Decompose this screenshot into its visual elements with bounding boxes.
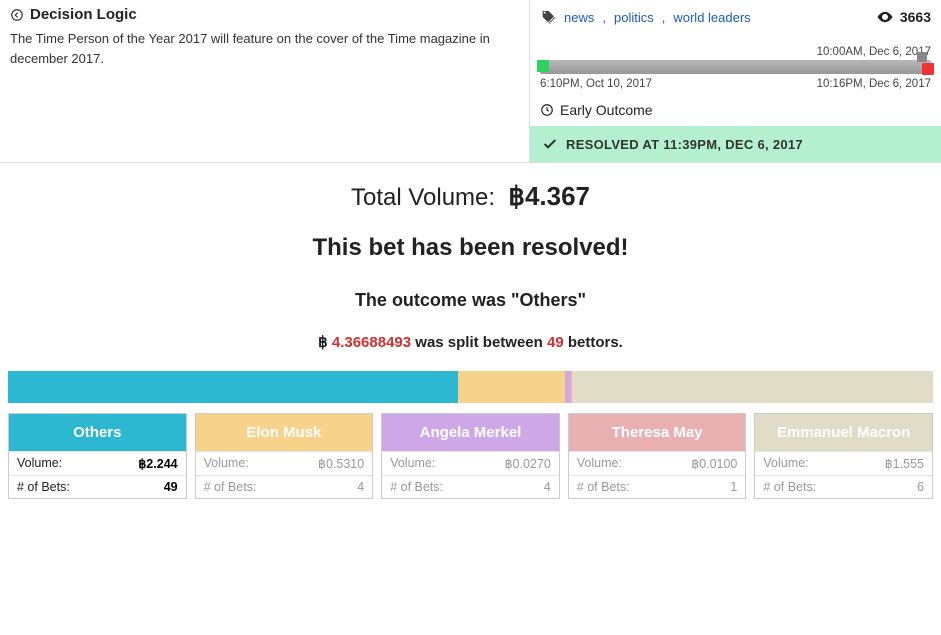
volume-value: ฿0.5310 [318, 456, 364, 471]
volume-value: ฿0.0270 [505, 456, 551, 471]
volume-label: Volume: [577, 456, 622, 471]
eye-icon [876, 8, 894, 26]
bets-label: # of Bets: [577, 480, 630, 494]
volume-label: Volume: [204, 456, 249, 471]
tag-link-world-leaders[interactable]: world leaders [673, 10, 750, 25]
card-title: Elon Musk [196, 414, 373, 451]
split-btc-sym: ฿ [318, 334, 328, 351]
total-volume-label: Total Volume: [351, 184, 495, 211]
meta-panel: news, politics, world leaders 3663 10:00… [530, 0, 941, 162]
view-count-value: 3663 [900, 9, 931, 25]
timeline-end-marker [922, 63, 934, 75]
total-volume: Total Volume: ฿4.367 [0, 181, 941, 212]
early-outcome-row: Early Outcome [530, 94, 941, 126]
split-amount: 4.36688493 [332, 334, 411, 351]
clock-icon [540, 103, 554, 117]
volume-label: Volume: [17, 456, 62, 471]
bets-value: 49 [164, 480, 178, 494]
timeline-end-label: 10:16PM, Dec 6, 2017 [817, 78, 931, 90]
timeline-mark-label: 10:00AM, Dec 6, 2017 [540, 46, 931, 58]
early-outcome-label: Early Outcome [560, 102, 653, 118]
volume-label: Volume: [763, 456, 808, 471]
bets-value: 4 [544, 480, 551, 494]
card-title: Theresa May [569, 414, 746, 451]
bar-seg-elon [458, 371, 564, 403]
card-angela-merkel[interactable]: Angela Merkel Volume: ฿0.0270 # of Bets: 4 [381, 413, 560, 499]
bets-value: 1 [730, 480, 737, 494]
split-bettors: 49 [547, 334, 564, 351]
decision-logic-title: Decision Logic [30, 6, 137, 23]
card-emmanuel-macron[interactable]: Emmanuel Macron Volume: ฿1.555 # of Bets:… [754, 413, 933, 499]
timeline-mark-marker [917, 52, 927, 62]
bar-seg-others [8, 371, 458, 403]
back-arrow-icon [10, 8, 24, 22]
card-title: Emmanuel Macron [755, 414, 932, 451]
bets-value: 6 [917, 480, 924, 494]
view-count: 3663 [876, 8, 931, 26]
decision-logic-body: The Time Person of the Year 2017 will fe… [10, 29, 519, 68]
volume-value: ฿2.244 [138, 456, 177, 471]
card-title: Angela Merkel [382, 414, 559, 451]
timeline: 10:00AM, Dec 6, 2017 6:10PM, Oct 10, 201… [530, 34, 941, 94]
tags-icon [540, 9, 556, 25]
tags-list: news, politics, world leaders [540, 9, 751, 25]
resolved-headline: This bet has been resolved! [0, 234, 941, 262]
split-mid: was split between [411, 334, 547, 351]
outcome-headline: The outcome was "Others" [0, 290, 941, 311]
bets-value: 4 [357, 480, 364, 494]
check-icon [542, 136, 558, 152]
split-message: ฿ 4.36688493 was split between 49 bettor… [0, 333, 941, 351]
outcome-cards: Others Volume: ฿2.244 # of Bets: 49 Elon M… [0, 413, 941, 507]
volume-value: ฿1.555 [885, 456, 924, 471]
bets-label: # of Bets: [390, 480, 443, 494]
volume-value: ฿0.0100 [691, 456, 737, 471]
bets-label: # of Bets: [17, 480, 70, 494]
resolved-banner: RESOLVED AT 11:39PM, DEC 6, 2017 [530, 126, 941, 162]
total-volume-value: ฿4.367 [508, 181, 590, 211]
timeline-start-label: 6:10PM, Oct 10, 2017 [540, 78, 652, 90]
bar-seg-macron [572, 371, 933, 403]
tag-link-news[interactable]: news [564, 10, 594, 25]
bets-label: # of Bets: [763, 480, 816, 494]
card-theresa-may[interactable]: Theresa May Volume: ฿0.0100 # of Bets: 1 [568, 413, 747, 499]
bets-label: # of Bets: [204, 480, 257, 494]
decision-logic-panel: Decision Logic The Time Person of the Ye… [0, 0, 530, 162]
split-suffix: bettors. [564, 334, 623, 351]
resolved-text: RESOLVED AT 11:39PM, DEC 6, 2017 [566, 137, 803, 152]
volume-stacked-bar [8, 371, 933, 403]
timeline-bar [540, 60, 931, 74]
timeline-start-marker [537, 60, 549, 72]
card-title: Others [9, 414, 186, 451]
tag-link-politics[interactable]: politics [614, 10, 654, 25]
volume-label: Volume: [390, 456, 435, 471]
card-elon-musk[interactable]: Elon Musk Volume: ฿0.5310 # of Bets: 4 [195, 413, 374, 499]
card-others[interactable]: Others Volume: ฿2.244 # of Bets: 49 [8, 413, 187, 499]
